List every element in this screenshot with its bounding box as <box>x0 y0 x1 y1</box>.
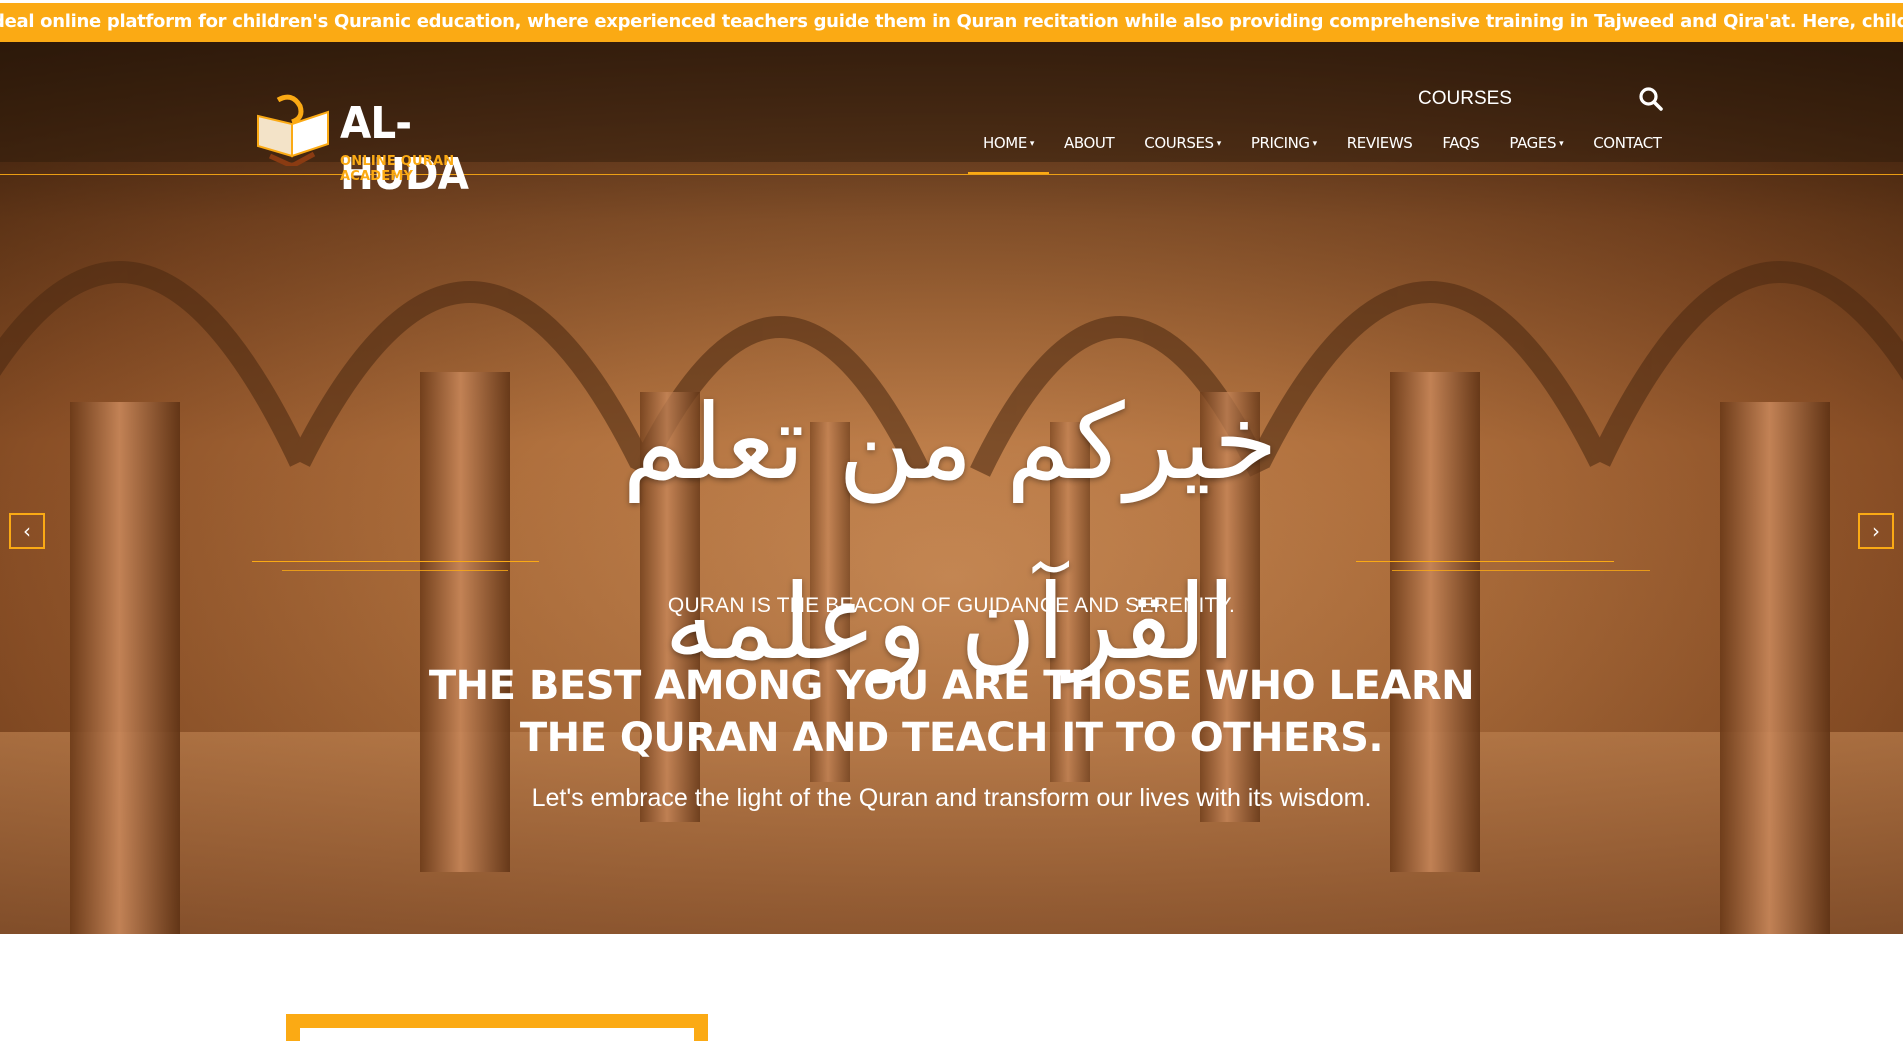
chevron-left-icon: ‹ <box>23 519 31 543</box>
nav-item-reviews[interactable]: REVIEWS <box>1332 130 1428 174</box>
decorative-line-right-inner <box>1392 570 1650 571</box>
arabic-calligraphy: خيركم من تعلم القرآن وعلمه <box>622 381 1278 683</box>
nav-item-faqs[interactable]: FAQS <box>1427 130 1494 174</box>
nav-item-about[interactable]: ABOUT <box>1049 130 1129 174</box>
announcement-ticker: deal online platform for children's Qura… <box>0 0 1903 42</box>
hero-headline-line-2: THE QURAN AND TEACH IT TO OTHERS. <box>519 715 1384 761</box>
slider-prev-button[interactable]: ‹ <box>9 513 45 549</box>
hero-headline: THE BEST AMONG YOU ARE THOSE WHO LEARN T… <box>0 660 1903 764</box>
nav-item-pages[interactable]: PAGES ▾ <box>1494 130 1578 174</box>
content-card-inner <box>300 1028 694 1048</box>
nav-item-home[interactable]: HOME ▾ <box>968 130 1050 174</box>
site-logo[interactable]: AL-HUDA ONLINE QURAN ACADEMY <box>252 94 532 200</box>
chevron-down-icon: ▾ <box>1216 139 1222 149</box>
open-quran-book-icon <box>257 94 329 166</box>
slider-next-button[interactable]: › <box>1858 513 1894 549</box>
logo-subtitle: ONLINE QURAN ACADEMY <box>340 154 455 184</box>
decorative-line-right <box>1356 561 1614 562</box>
chevron-down-icon: ▾ <box>1029 139 1035 149</box>
hero-headline-line-1: THE BEST AMONG YOU ARE THOSE WHO LEARN <box>428 663 1475 709</box>
chevron-right-icon: › <box>1872 519 1880 543</box>
nav-item-courses[interactable]: COURSES ▾ <box>1129 130 1236 174</box>
hero-tagline: QURAN IS THE BEACON OF GUIDANCE AND SERE… <box>667 594 1236 617</box>
hero-slider: AL-HUDA ONLINE QURAN ACADEMY COURSES HOM… <box>0 42 1903 934</box>
main-navigation: HOME ▾ ABOUT COURSES ▾ PRICING ▾ REVIEWS FA… <box>968 130 1677 174</box>
top-courses-link[interactable]: COURSES <box>1418 88 1512 110</box>
logo-name: AL-HUDA <box>340 98 469 200</box>
search-icon <box>1639 87 1663 111</box>
hero-subline: Let's embrace the light of the Quran and… <box>531 784 1372 812</box>
chevron-down-icon: ▾ <box>1312 139 1318 149</box>
decorative-line-left <box>252 561 539 562</box>
content-card-frame <box>286 1014 708 1048</box>
ticker-text: deal online platform for children's Qura… <box>0 11 1903 32</box>
nav-item-contact[interactable]: CONTACT <box>1578 130 1676 174</box>
nav-item-pricing[interactable]: PRICING ▾ <box>1236 130 1332 174</box>
search-button[interactable] <box>1638 86 1664 112</box>
decorative-line-left-inner <box>282 570 508 571</box>
chevron-down-icon: ▾ <box>1559 139 1564 149</box>
